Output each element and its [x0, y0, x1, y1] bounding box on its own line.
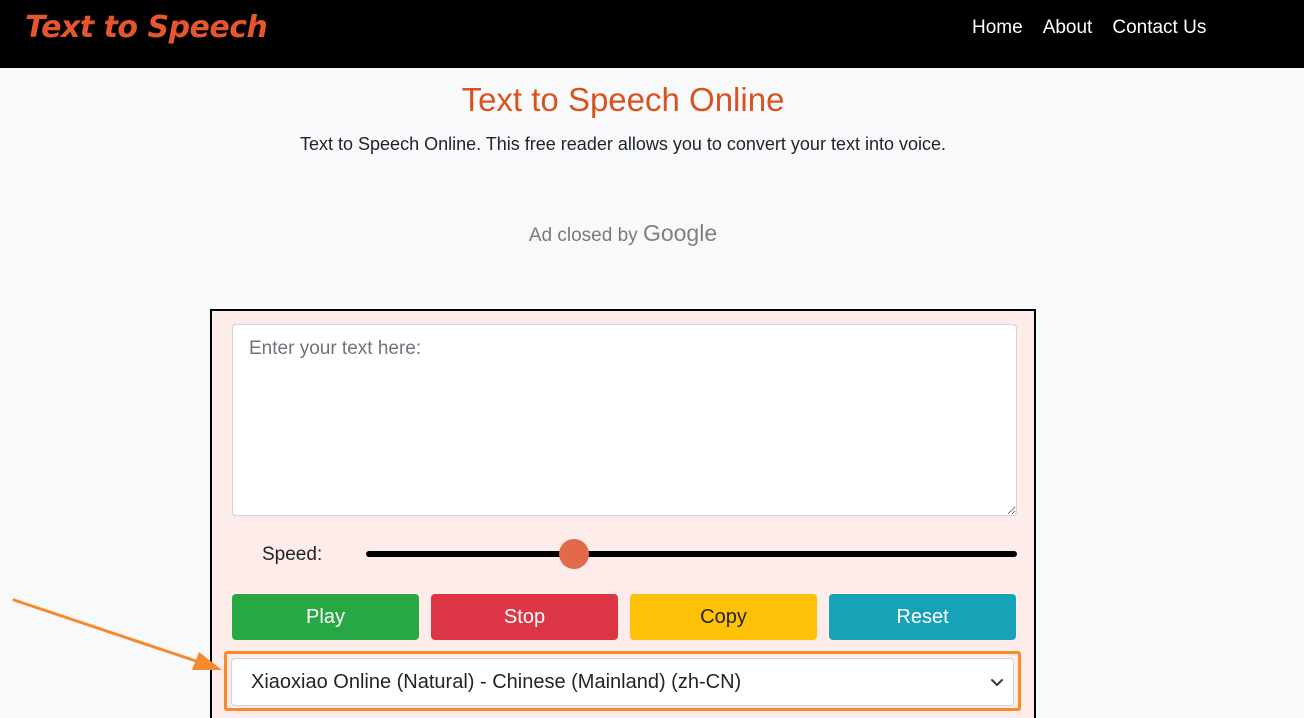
text-input[interactable]: [232, 324, 1017, 516]
google-logo: Google: [642, 220, 718, 246]
reset-button[interactable]: Reset: [829, 594, 1016, 640]
nav-link-about[interactable]: About: [1043, 16, 1093, 40]
stop-button[interactable]: Stop: [431, 594, 618, 640]
nav-links: Home About Contact Us: [972, 16, 1206, 40]
page-title: Text to Speech Online: [461, 81, 785, 118]
copy-button[interactable]: Copy: [630, 594, 817, 640]
page-subtitle: Text to Speech Online. This free reader …: [300, 134, 946, 154]
brand-logo[interactable]: Text to Speech: [25, 8, 268, 48]
voice-select[interactable]: Xiaoxiao Online (Natural) - Chinese (Mai…: [231, 658, 1014, 706]
chevron-down-icon: [991, 679, 1003, 686]
speed-slider-thumb[interactable]: [559, 539, 590, 569]
navbar: Text to Speech Home About Contact Us: [0, 0, 1304, 68]
ad-container: Ad closed by Google: [22, 180, 1224, 288]
ad-closed-label: Ad closed by: [528, 225, 638, 246]
ad-closed-message: Ad closed by Google: [22, 220, 1224, 249]
play-button[interactable]: Play: [232, 594, 419, 640]
nav-link-contact[interactable]: Contact Us: [1112, 16, 1206, 40]
speed-label: Speed:: [262, 544, 323, 565]
nav-link-home[interactable]: Home: [972, 16, 1023, 40]
speed-slider[interactable]: [366, 539, 1017, 569]
voice-select-value: Xiaoxiao Online (Natural) - Chinese (Mai…: [251, 671, 742, 693]
